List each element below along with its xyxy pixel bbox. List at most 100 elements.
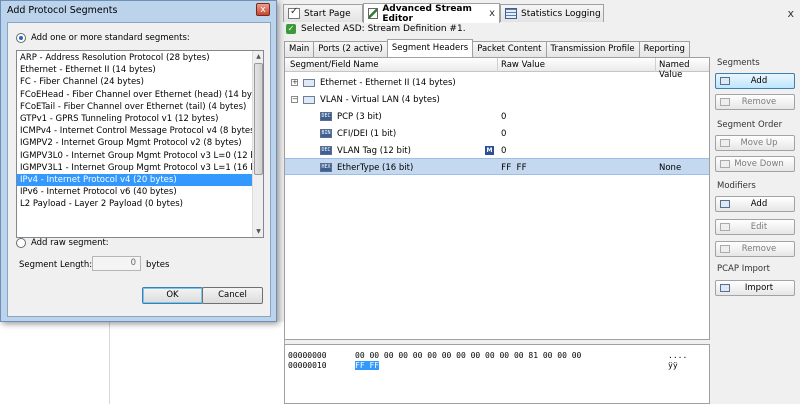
- add-modifier-button[interactable]: Add: [715, 196, 795, 212]
- tab-label: Start Page: [304, 8, 351, 19]
- row-name: Ethernet - Ethernet II (14 bytes): [320, 78, 456, 88]
- grid-row-vlan[interactable]: − VLAN - Virtual LAN (4 bytes): [285, 91, 709, 108]
- binary-field-icon: BIN: [320, 129, 332, 138]
- row-raw-value[interactable]: 0: [501, 129, 506, 139]
- hex-offset: 00000000: [288, 351, 327, 360]
- row-name: VLAN - Virtual LAN (4 bytes): [320, 95, 440, 105]
- row-raw-value[interactable]: 0: [501, 146, 506, 156]
- list-item[interactable]: FCoEHead - Fiber Channel over Ethernet (…: [17, 89, 254, 101]
- scroll-down-icon[interactable]: ▼: [254, 227, 263, 236]
- segment-toolbar: Segments Add Remove Segment Order Move U…: [712, 56, 800, 346]
- decimal-field-icon: DEC: [320, 112, 332, 121]
- scrollbar-thumb[interactable]: [254, 63, 263, 175]
- remove-segment-button[interactable]: Remove: [715, 94, 795, 110]
- editor-tabs: Main Ports (2 active) Segment Headers Pa…: [284, 39, 690, 57]
- expand-icon[interactable]: +: [291, 79, 298, 86]
- standard-segments-radio[interactable]: [16, 33, 26, 43]
- segments-heading: Segments: [717, 58, 760, 68]
- tab-segment-headers[interactable]: Segment Headers: [386, 39, 474, 57]
- segment-list[interactable]: ARP - Address Resolution Protocol (28 by…: [16, 50, 264, 238]
- list-item-selected[interactable]: IPv4 - Internet Protocol v4 (20 bytes): [17, 174, 254, 187]
- grid-row-cfi-dei[interactable]: BIN CFI/DEI (1 bit) 0: [285, 125, 709, 142]
- list-item[interactable]: Ethernet - Ethernet II (14 bytes): [17, 64, 254, 76]
- row-raw-value[interactable]: FF FF: [501, 163, 527, 173]
- modifiers-heading: Modifiers: [717, 181, 756, 191]
- scroll-up-icon[interactable]: ▲: [254, 52, 263, 61]
- ok-button[interactable]: OK: [142, 287, 203, 304]
- row-name: VLAN Tag (12 bit): [337, 146, 411, 156]
- grid-row-ethertype[interactable]: HEX EtherType (16 bit) FF FF None: [285, 158, 709, 175]
- hex-bytes[interactable]: 00 00 00 00 00 00 00 00 00 00 00 00 81 0…: [355, 351, 581, 360]
- row-name: CFI/DEI (1 bit): [337, 129, 397, 139]
- tab-transmission-profile[interactable]: Transmission Profile: [545, 41, 640, 57]
- add-segment-icon: [720, 77, 730, 85]
- segment-length-label: Segment Length:: [19, 260, 93, 270]
- move-up-icon: [720, 139, 730, 147]
- hex-ascii: ÿÿ: [668, 361, 678, 370]
- left-panel-background: [0, 322, 285, 404]
- tab-start-page[interactable]: Start Page: [283, 4, 363, 22]
- tab-main[interactable]: Main: [284, 41, 315, 57]
- segment-length-input[interactable]: 0: [92, 256, 141, 271]
- hex-ascii: ....: [668, 351, 688, 360]
- list-item[interactable]: GTPv1 - GPRS Tunneling Protocol v1 (12 b…: [17, 113, 254, 125]
- status-text: Selected ASD: Stream Definition #1.: [301, 24, 466, 34]
- segment-icon: [303, 79, 315, 87]
- list-scrollbar[interactable]: ▲ ▼: [252, 51, 263, 237]
- dialog-title: Add Protocol Segments: [7, 5, 118, 16]
- close-icon[interactable]: x: [787, 7, 794, 20]
- status-line: ✓ Selected ASD: Stream Definition #1.: [286, 24, 466, 34]
- list-item[interactable]: IPv6 - Internet Protocol v6 (40 bytes): [17, 186, 254, 198]
- list-item[interactable]: FCoETail - Fiber Channel over Ethernet (…: [17, 101, 254, 113]
- row-name: EtherType (16 bit): [337, 163, 414, 173]
- move-down-icon: [720, 160, 730, 168]
- segment-order-heading: Segment Order: [717, 120, 783, 130]
- edit-modifier-button[interactable]: Edit: [715, 219, 795, 235]
- grid-row-vlan-tag[interactable]: DEC VLAN Tag (12 bit) M 0: [285, 142, 709, 159]
- segment-headers-grid: Segment/Field Name Raw Value Named Value…: [284, 57, 710, 340]
- list-item[interactable]: IGMPV3L1 - Internet Group Mgmt Protocol …: [17, 162, 254, 174]
- pcap-import-heading: PCAP Import: [717, 264, 770, 274]
- row-named-value[interactable]: None: [659, 163, 681, 173]
- tab-statistics-logging[interactable]: Statistics Logging: [500, 4, 604, 22]
- row-name: PCP (3 bit): [337, 112, 382, 122]
- import-icon: [720, 284, 730, 292]
- tab-reporting[interactable]: Reporting: [638, 41, 690, 57]
- list-item[interactable]: IGMPV2 - Internet Group Mgmt Protocol v2…: [17, 137, 254, 149]
- row-raw-value[interactable]: 0: [501, 112, 506, 122]
- tab-ports[interactable]: Ports (2 active): [313, 41, 388, 57]
- remove-modifier-button[interactable]: Remove: [715, 241, 795, 257]
- list-item[interactable]: IGMPV3L0 - Internet Group Mgmt Protocol …: [17, 150, 254, 162]
- add-segment-button[interactable]: Add: [715, 73, 795, 89]
- raw-segment-radio[interactable]: [16, 238, 26, 248]
- grid-header: Segment/Field Name Raw Value Named Value: [285, 58, 709, 80]
- list-item[interactable]: L2 Payload - Layer 2 Payload (0 bytes): [17, 198, 254, 210]
- column-header-raw-value[interactable]: Raw Value: [501, 60, 545, 70]
- column-header-name[interactable]: Segment/Field Name: [290, 60, 379, 70]
- checklist-icon: [288, 6, 300, 19]
- move-up-button[interactable]: Move Up: [715, 135, 795, 151]
- decimal-field-icon: DEC: [320, 146, 332, 155]
- tab-advanced-stream-editor[interactable]: Advanced Stream Editor x: [363, 3, 500, 24]
- grid-row-pcp[interactable]: DEC PCP (3 bit) 0: [285, 108, 709, 125]
- modifier-badge-icon[interactable]: M: [485, 146, 494, 155]
- close-icon[interactable]: x: [256, 3, 270, 16]
- grid-row-ethernet[interactable]: + Ethernet - Ethernet II (14 bytes): [285, 74, 709, 91]
- hex-bytes-selected[interactable]: FF FF: [355, 361, 380, 370]
- edit-stream-icon: [368, 8, 379, 19]
- move-down-button[interactable]: Move Down: [715, 156, 795, 172]
- cancel-button[interactable]: Cancel: [202, 287, 263, 304]
- standard-segments-label: Add one or more standard segments:: [31, 33, 190, 43]
- close-tab-icon[interactable]: x: [489, 8, 495, 19]
- tab-packet-content[interactable]: Packet Content: [472, 41, 547, 57]
- raw-segment-label: Add raw segment:: [31, 238, 109, 248]
- hex-offset: 00000010: [288, 361, 327, 370]
- remove-modifier-icon: [720, 245, 730, 253]
- list-item[interactable]: ICMPv4 - Internet Control Message Protoc…: [17, 125, 254, 137]
- bytes-unit-label: bytes: [146, 260, 170, 270]
- list-item[interactable]: FC - Fiber Channel (24 bytes): [17, 76, 254, 88]
- collapse-icon[interactable]: −: [291, 96, 298, 103]
- import-pcap-button[interactable]: Import: [715, 280, 795, 296]
- hex-view[interactable]: 00000000 00 00 00 00 00 00 00 00 00 00 0…: [284, 344, 710, 404]
- list-item[interactable]: ARP - Address Resolution Protocol (28 by…: [17, 52, 254, 64]
